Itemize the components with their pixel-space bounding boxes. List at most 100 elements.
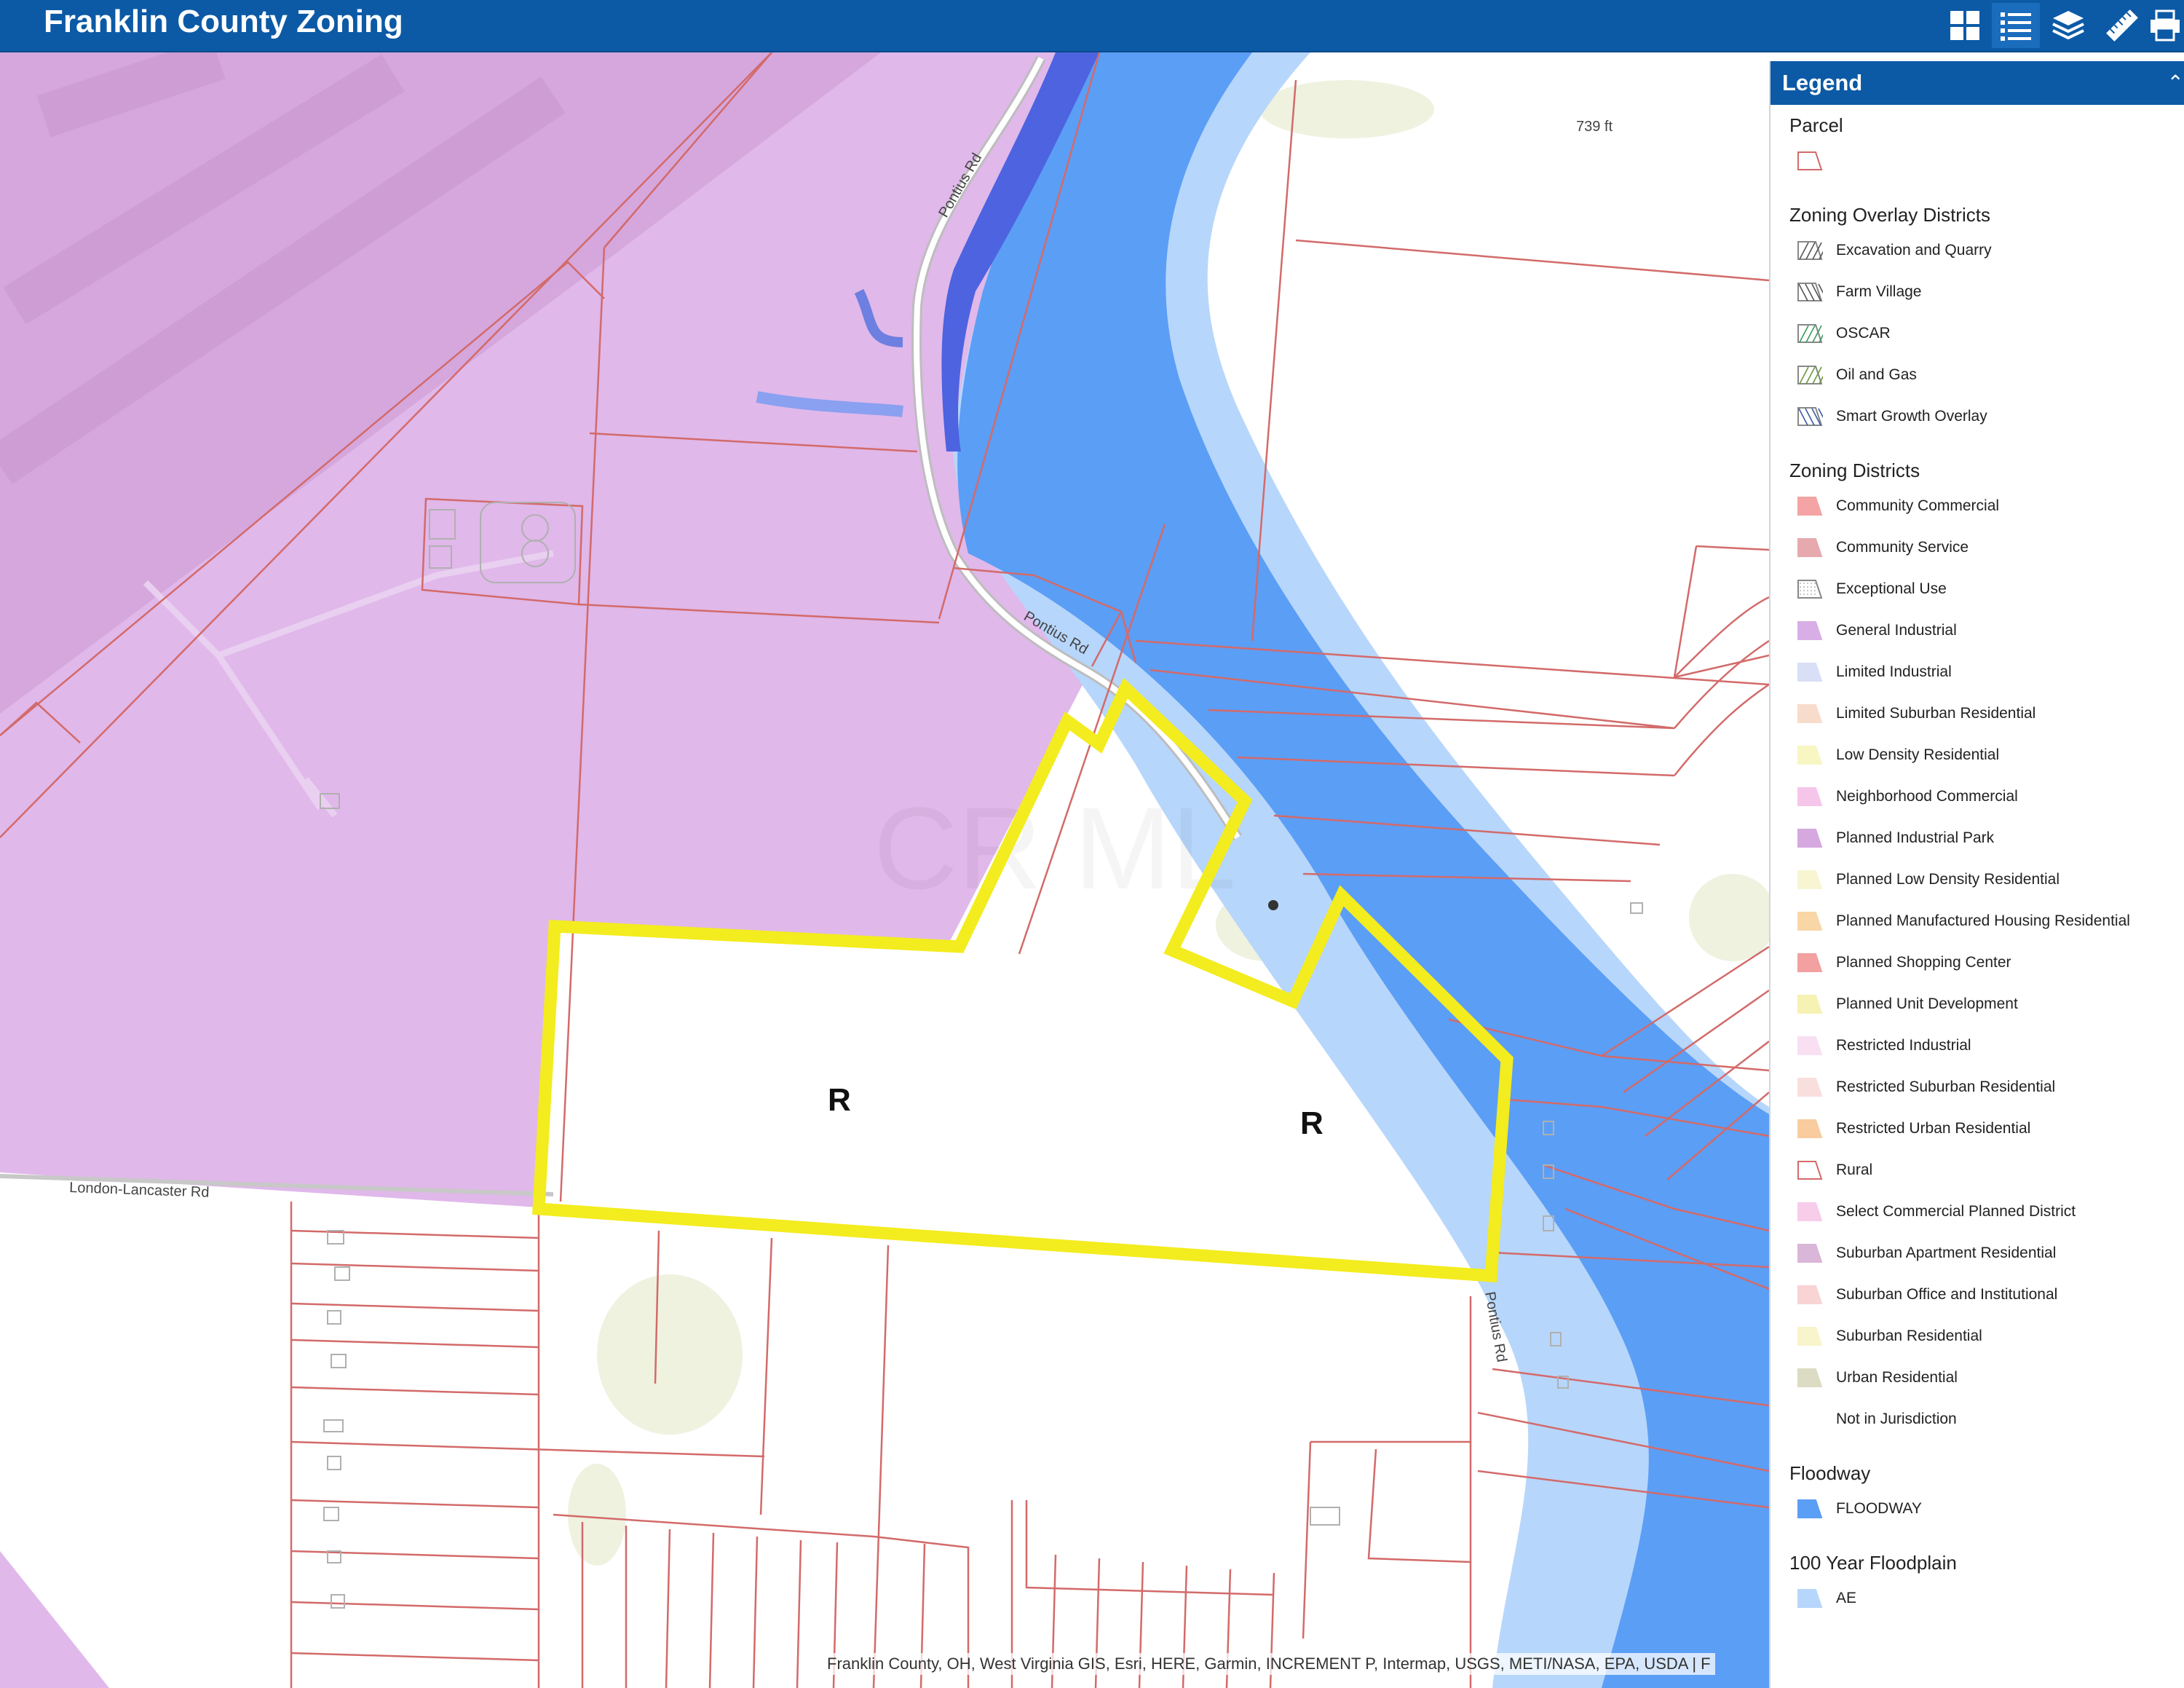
legend-item-label: Rural [1836, 1161, 1873, 1178]
legend-item-label: AE [1836, 1589, 1857, 1606]
legend-list-icon[interactable] [1992, 3, 2040, 48]
basemap-gallery-icon[interactable] [1941, 3, 1989, 48]
legend-item: Suburban Residential [1789, 1315, 2184, 1357]
legend-item: Planned Manufactured Housing Residential [1789, 900, 2184, 942]
legend-title: Legend [1782, 70, 1863, 95]
legend-panel: Legend ⌃ Parcel Zoning Overlay Districts E… [1769, 61, 2184, 1688]
legend-swatch-icon [1797, 1326, 1823, 1346]
map-watermark: CR ML [874, 783, 1236, 913]
legend-item-label: Low Density Residential [1836, 746, 2000, 763]
legend-swatch-icon [1797, 1243, 1823, 1263]
legend-swatch-icon [1797, 406, 1823, 426]
legend-item-label: Planned Manufactured Housing Residential [1836, 912, 2130, 929]
legend-section: 100 Year Floodplain AE [1789, 1529, 2184, 1619]
legend-item-label: Limited Suburban Residential [1836, 704, 2036, 722]
map-point-feature[interactable] [1268, 900, 1278, 910]
legend-swatch-icon [1797, 1499, 1823, 1518]
legend-swatch-icon [1797, 496, 1823, 516]
zone-label-r-west: R [828, 1082, 851, 1118]
legend-item-label: Planned Low Density Residential [1836, 870, 2060, 888]
legend-item-label: FLOODWAY [1836, 1499, 1922, 1517]
legend-section-title: Zoning Districts [1789, 460, 1920, 481]
legend-item-label: Limited Industrial [1836, 663, 1952, 680]
legend-swatch-icon [1797, 662, 1823, 682]
legend-item: Rural [1789, 1149, 2184, 1191]
legend-item: Planned Low Density Residential [1789, 859, 2184, 900]
legend-item-label: Suburban Office and Institutional [1836, 1285, 2058, 1303]
elevation-label: 739 ft [1576, 119, 1613, 135]
legend-header: Legend ⌃ [1770, 61, 2184, 105]
legend-swatch-icon [1797, 620, 1823, 640]
legend-section-title: Zoning Overlay Districts [1789, 204, 1990, 226]
legend-swatch-icon [1797, 1119, 1823, 1138]
legend-section-title: 100 Year Floodplain [1789, 1552, 1957, 1574]
legend-swatch-icon [1797, 282, 1823, 301]
legend-swatch-icon [1797, 994, 1823, 1014]
legend-item: Low Density Residential [1789, 734, 2184, 776]
legend-item [1789, 140, 2184, 181]
legend-item-label: Suburban Residential [1836, 1327, 1982, 1344]
legend-item: Excavation and Quarry [1789, 229, 2184, 271]
print-icon[interactable] [2149, 3, 2184, 48]
legend-item: Suburban Office and Institutional [1789, 1274, 2184, 1315]
legend-item: Restricted Suburban Residential [1789, 1066, 2184, 1108]
app-title: Franklin County Zoning [44, 4, 403, 39]
legend-item-label: OSCAR [1836, 324, 1891, 342]
legend-item-label: Suburban Apartment Residential [1836, 1244, 2057, 1261]
measure-ruler-icon[interactable] [2098, 3, 2146, 48]
legend-item: Smart Growth Overlay [1789, 395, 2184, 437]
legend-item: Neighborhood Commercial [1789, 776, 2184, 817]
legend-item-label: Excavation and Quarry [1836, 241, 1992, 259]
legend-swatch-icon [1797, 579, 1823, 599]
layers-icon[interactable] [2044, 3, 2092, 48]
legend-item-label: Not in Jurisdiction [1836, 1410, 1957, 1427]
legend-item: AE [1789, 1577, 2184, 1619]
app-header: Franklin County Zoning [0, 0, 2184, 52]
legend-item: Planned Industrial Park [1789, 817, 2184, 859]
legend-item-label: Exceptional Use [1836, 580, 1947, 597]
legend-item: Limited Industrial [1789, 651, 2184, 693]
legend-item-label: Neighborhood Commercial [1836, 787, 2018, 805]
legend-item-label: Restricted Suburban Residential [1836, 1078, 2056, 1095]
legend-item: Planned Unit Development [1789, 983, 2184, 1025]
legend-item: Community Service [1789, 526, 2184, 568]
legend-item-label: Select Commercial Planned District [1836, 1202, 2076, 1220]
legend-swatch-icon [1797, 1368, 1823, 1387]
legend-item: OSCAR [1789, 312, 2184, 354]
legend-swatch-icon [1797, 240, 1823, 260]
legend-swatch-icon [1797, 1160, 1823, 1180]
legend-item: Oil and Gas [1789, 354, 2184, 395]
legend-swatch-icon [1797, 1409, 1823, 1429]
legend-swatch-icon [1797, 869, 1823, 889]
legend-item: Exceptional Use [1789, 568, 2184, 610]
legend-swatch-icon [1797, 703, 1823, 723]
legend-item-label: Restricted Industrial [1836, 1036, 1971, 1054]
legend-section-title: Floodway [1789, 1462, 1871, 1484]
legend-item: Not in Jurisdiction [1789, 1398, 2184, 1440]
legend-item-label: Planned Shopping Center [1836, 953, 2011, 971]
legend-body: Parcel Zoning Overlay Districts Excavation… [1770, 105, 2184, 1619]
legend-item-label: Planned Industrial Park [1836, 829, 1995, 846]
legend-item: Restricted Industrial [1789, 1025, 2184, 1066]
map-attribution: Franklin County, OH, West Virginia GIS, … [823, 1653, 1715, 1675]
legend-section: Zoning Districts Community Commercial Comm… [1789, 437, 2184, 1440]
legend-item: Farm Village [1789, 271, 2184, 312]
chevron-up-icon[interactable]: ⌃ [2167, 61, 2184, 105]
legend-item: Planned Shopping Center [1789, 942, 2184, 983]
legend-item-label: Farm Village [1836, 283, 1922, 300]
legend-item-label: Planned Unit Development [1836, 995, 2018, 1012]
legend-swatch-icon [1797, 786, 1823, 806]
legend-swatch-icon [1797, 537, 1823, 557]
legend-item-label: Urban Residential [1836, 1368, 1958, 1386]
legend-item: Restricted Urban Residential [1789, 1108, 2184, 1149]
legend-swatch-icon [1797, 151, 1823, 170]
map-view[interactable]: CR ML London-Lancaster Rd Pontius Rd Pon… [0, 52, 1769, 1688]
map-canvas[interactable]: CR ML London-Lancaster Rd Pontius Rd Pon… [0, 52, 1769, 1688]
legend-swatch-icon [1797, 1202, 1823, 1221]
legend-swatch-icon [1797, 323, 1823, 343]
legend-item-label: Smart Growth Overlay [1836, 407, 1987, 425]
legend-item-label: Community Commercial [1836, 497, 2000, 514]
legend-item: General Industrial [1789, 610, 2184, 651]
legend-section: Zoning Overlay Districts Excavation and Q… [1789, 181, 2184, 437]
legend-section: Parcel [1789, 105, 2184, 181]
